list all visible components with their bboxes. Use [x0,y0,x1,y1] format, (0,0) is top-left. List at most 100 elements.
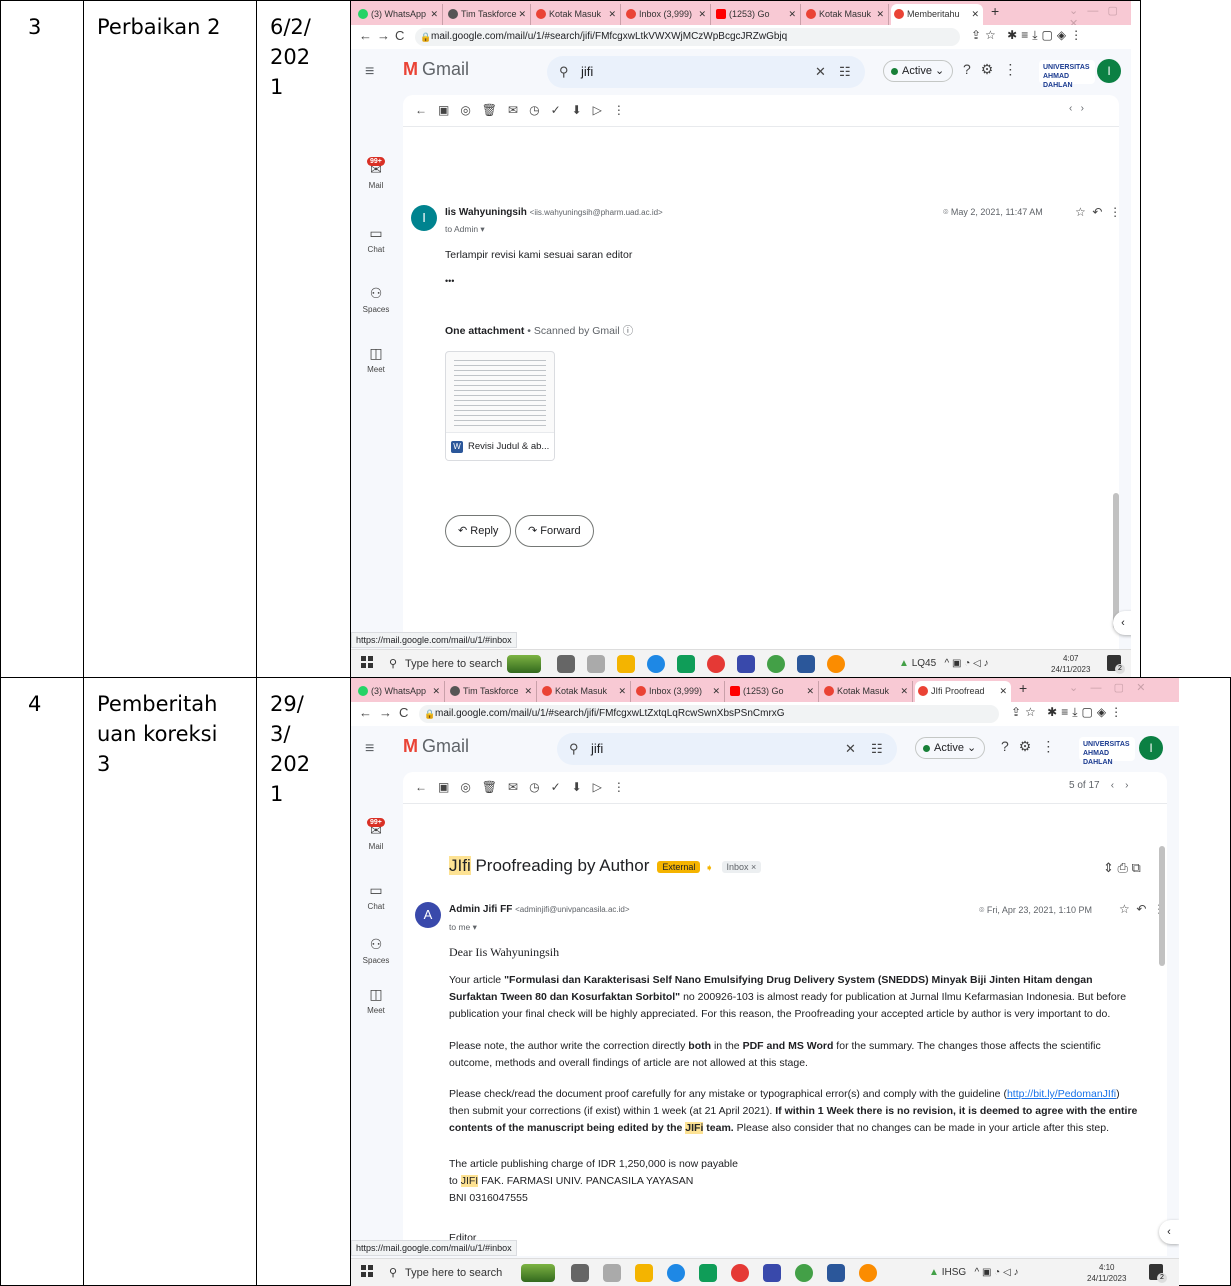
system-tray[interactable]: ▲ LQ45 ^ ▣ ◔ ◁ ♪ [899,650,988,677]
word-icon[interactable] [797,655,815,673]
task-view-icon[interactable] [557,655,575,673]
close-icon[interactable]: ✕ [432,681,440,702]
browser-tab[interactable]: Inbox (3,999) ✕ [633,681,725,702]
close-icon[interactable]: ✕ [999,681,1007,702]
notification-icon[interactable]: 2 [1149,1264,1167,1283]
rail-item-meet[interactable]: ◫ Meet [351,345,401,374]
rail-item-spaces[interactable]: ⚇ Spaces [351,936,401,965]
close-icon[interactable]: ✕ [608,4,616,25]
taskbar-search[interactable]: ⚲ Type here to search [385,1259,502,1286]
taskbar-clock[interactable]: 4:10 24/11/2023 [1087,1262,1126,1284]
close-icon[interactable]: ✕ [430,4,438,25]
browser-tab[interactable]: (1253) Go ✕ [713,4,801,25]
chrome-icon[interactable] [767,655,785,673]
close-icon[interactable]: ✕ [698,4,706,25]
window-controls[interactable]: ⌄ — ▢ ✕ [1069,681,1146,694]
taskbar-clock[interactable]: 4:07 24/11/2023 [1051,653,1090,675]
task-view-icon[interactable] [571,1264,589,1282]
guideline-link[interactable]: http://bit.ly/PedomanJIfi [1007,1088,1116,1100]
close-icon[interactable]: ✕ [524,681,532,702]
windows-start-icon[interactable] [361,1265,373,1277]
search-options-icon[interactable]: ☷ [839,56,851,88]
clear-search-icon[interactable]: ✕ [815,56,826,88]
close-icon[interactable]: ✕ [971,4,979,25]
show-trimmed-button[interactable]: ••• [445,273,454,290]
scrollbar[interactable] [1159,846,1165,966]
gmail-logo[interactable]: M Gmail [403,59,469,80]
status-button[interactable]: Active ⌄ [915,737,986,759]
scrollbar[interactable] [1113,493,1119,629]
close-icon[interactable]: ✕ [618,681,626,702]
browser-tab-active[interactable]: Memberitahu ✕ [891,4,983,25]
browser-tab[interactable]: Kotak Masuk ✕ [533,4,621,25]
notification-icon[interactable]: 2 [1107,655,1125,674]
rail-item-spaces[interactable]: ⚇ Spaces [351,285,401,314]
search-highlight-icon[interactable] [507,655,541,673]
back-arrow-icon[interactable]: ← [359,705,372,720]
close-icon[interactable]: ✕ [806,681,814,702]
menu-icon[interactable]: ≡ [365,63,374,81]
side-panel-toggle[interactable]: ‹ [1113,611,1131,635]
close-icon[interactable]: ✕ [900,681,908,702]
system-tray[interactable]: ▲ IHSG ^ ▣ ◔ ◁ ♪ [929,1259,1018,1286]
reply-button[interactable]: ↶ Reply [445,515,512,547]
edge-icon[interactable] [647,655,665,673]
close-icon[interactable]: ✕ [712,681,720,702]
reload-icon[interactable]: C [399,705,408,720]
opera-icon[interactable] [707,655,725,673]
extension-icons[interactable]: ⇪☆ ✱≡⤓▢◈⋮ [1011,705,1126,720]
close-icon[interactable]: ✕ [518,4,526,25]
taskbar-search[interactable]: ⚲ Type here to search [385,650,502,677]
search-input[interactable]: ⚲ jifi ✕ ☷ [557,733,897,765]
app-icon[interactable] [763,1264,781,1282]
app-icon[interactable] [827,655,845,673]
avatar[interactable]: I [1097,59,1121,83]
toolbar-icons[interactable]: ←▣◎🗑✉◷✓⬇▷⋮ [415,780,636,794]
browser-tab[interactable]: Tim Taskforce ✕ [447,681,537,702]
extension-icons[interactable]: ⇪☆ ✱≡⤓▢◈⋮ [971,28,1086,43]
store-icon[interactable] [699,1264,717,1282]
menu-icon[interactable]: ≡ [365,740,374,758]
search-highlight-icon[interactable] [521,1264,555,1282]
browser-tab[interactable]: Inbox (3,999) ✕ [623,4,711,25]
app-icon[interactable] [859,1264,877,1282]
status-button[interactable]: Active ⌄ [883,60,954,82]
browser-tab[interactable]: (3) WhatsApp ✕ [355,4,443,25]
gmail-logo[interactable]: M Gmail [403,736,469,757]
rail-item-mail[interactable]: ✉ 99+ Mail [351,818,401,851]
avatar[interactable]: I [1139,736,1163,760]
side-panel-toggle[interactable]: ‹ [1159,1220,1179,1244]
new-tab-button[interactable]: + [1019,680,1027,696]
search-options-icon[interactable]: ☷ [871,733,883,765]
browser-tab[interactable]: Kotak Masuk ✕ [539,681,631,702]
edge-icon[interactable] [667,1264,685,1282]
folder-icon[interactable] [635,1264,653,1282]
new-tab-button[interactable]: + [991,3,999,19]
back-arrow-icon[interactable]: ← [359,28,372,43]
windows-start-icon[interactable] [361,656,373,668]
url-field[interactable]: 🔒 mail.google.com/mail/u/1/#search/jifi/F… [415,28,960,46]
close-icon[interactable]: ✕ [788,4,796,25]
pager[interactable]: 5 of 17 ‹ › [1069,780,1128,791]
browser-tab[interactable]: (3) WhatsApp ✕ [355,681,445,702]
browser-tab-active[interactable]: JIfi Proofread ✕ [915,681,1011,702]
browser-tab[interactable]: Kotak Masuk ✕ [803,4,889,25]
message-actions[interactable]: ☆ ↶ ⋮ [1075,205,1119,219]
file-icon[interactable] [587,655,605,673]
rail-item-mail[interactable]: ✉ 99+ Mail [351,157,401,190]
recipient-line[interactable]: to Admin ▾ [445,224,485,235]
rail-item-chat[interactable]: ▭ Chat [351,225,401,254]
search-input[interactable]: ⚲ jifi ✕ ☷ [547,56,865,88]
browser-tab[interactable]: Tim Taskforce ✕ [445,4,531,25]
opera-icon[interactable] [731,1264,749,1282]
app-icon[interactable] [737,655,755,673]
word-icon[interactable] [827,1264,845,1282]
important-marker-icon[interactable]: ➧ [705,863,713,874]
clear-search-icon[interactable]: ✕ [845,733,856,765]
attachment-card[interactable]: W Revisi Judul & ab... [445,351,555,461]
store-icon[interactable] [677,655,695,673]
browser-tab[interactable]: (1253) Go ✕ [727,681,819,702]
chrome-icon[interactable] [795,1264,813,1282]
forward-arrow-icon[interactable]: → [377,28,390,43]
reload-icon[interactable]: C [395,28,404,43]
